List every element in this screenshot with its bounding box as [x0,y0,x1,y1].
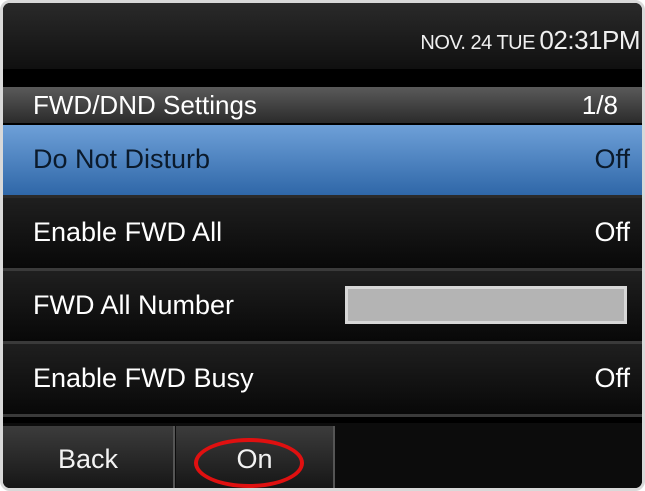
date-time: NOV. 24 TUE 02:31PM [420,25,640,56]
settings-header: FWD/DND Settings 1/8 [3,87,642,123]
date-label: NOV. 24 TUE [420,32,535,54]
setting-value: Off [594,363,630,393]
softkey-bar: Back On [3,423,642,488]
back-softkey[interactable]: Back [3,426,175,488]
setting-value: Off [594,144,630,174]
settings-list: Do Not Disturb Off Enable FWD All Off FW… [3,125,642,417]
setting-row-fwd-all-number[interactable]: FWD All Number [3,271,642,344]
setting-label: Enable FWD Busy [33,363,254,393]
page-title: FWD/DND Settings [33,90,257,120]
annotation-circle [194,438,304,488]
setting-label: Enable FWD All [33,217,223,247]
page-indicator: 1/8 [581,90,618,120]
phone-screen: NOV. 24 TUE 02:31PM FWD/DND Settings 1/8… [0,0,645,491]
setting-label: Do Not Disturb [33,144,211,174]
time-label: 02:31PM [539,25,640,55]
setting-row-enable-fwd-all[interactable]: Enable FWD All Off [3,198,642,271]
setting-label: FWD All Number [33,290,235,320]
setting-value: Off [594,217,630,247]
fwd-all-number-input[interactable] [345,286,627,324]
setting-row-do-not-disturb[interactable]: Do Not Disturb Off [3,125,642,198]
status-bar: NOV. 24 TUE 02:31PM [3,3,642,69]
setting-row-enable-fwd-busy[interactable]: Enable FWD Busy Off [3,344,642,417]
